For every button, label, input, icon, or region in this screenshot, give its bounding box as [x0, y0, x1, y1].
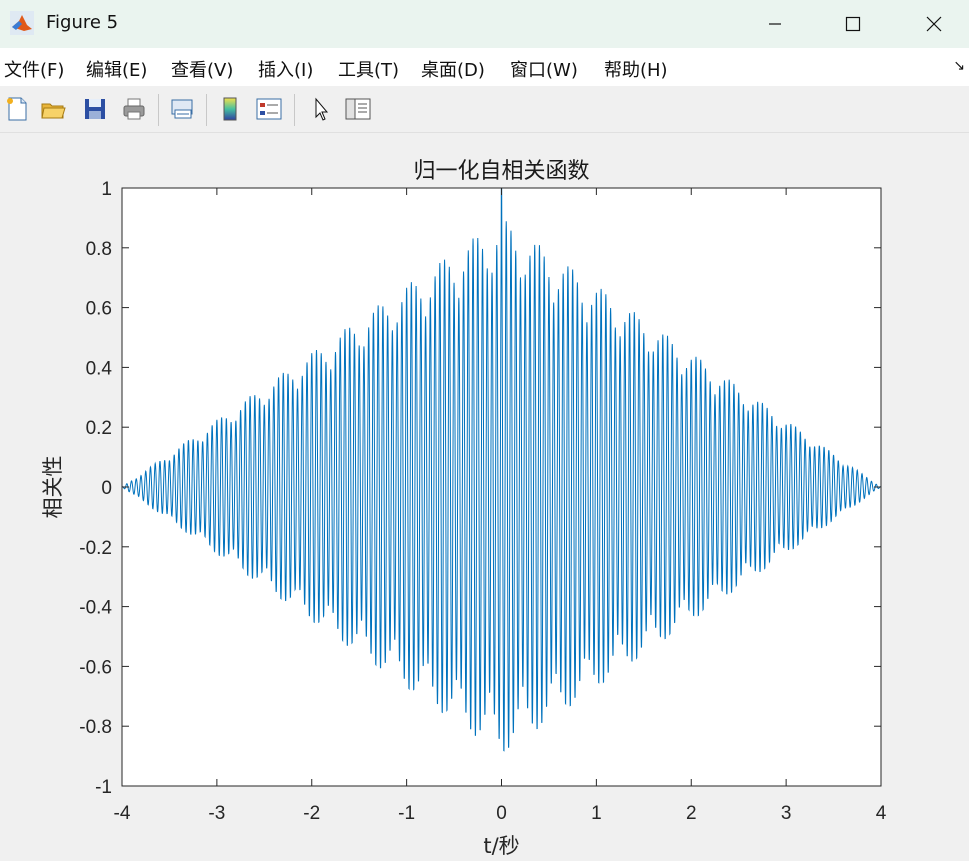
y-axis-label: 相关性: [41, 456, 65, 519]
y-tick-label: -1: [95, 777, 112, 798]
figure-canvas: -4 -3 -2 -1 0 1 2 3 4 1 0.8 0.6 0.4 0.2 0 -0.2 -0.4 -0.6 -…: [41, 159, 887, 858]
x-tick-label: -3: [208, 803, 225, 824]
x-tick-label: -2: [303, 803, 320, 824]
x-tick-label: -1: [398, 803, 415, 824]
x-tick-label: -4: [114, 803, 131, 824]
y-tick-label: 1: [101, 179, 112, 200]
y-tick-label: -0.6: [79, 657, 112, 678]
x-tick-label: 2: [686, 803, 697, 824]
y-tick-label: 0.4: [86, 358, 113, 379]
x-tick-label: 3: [781, 803, 792, 824]
chart-title: 归一化自相关函数: [413, 159, 589, 184]
x-tick-label: 1: [591, 803, 602, 824]
y-tick-label: 0.2: [86, 418, 112, 439]
y-tick-label: 0.6: [86, 299, 112, 320]
y-tick-label: -0.2: [79, 538, 112, 559]
y-tick-label: -0.4: [79, 598, 112, 619]
x-tick-label: 4: [876, 803, 887, 824]
x-axis-label: t/秒: [483, 834, 519, 858]
x-tick-label: 0: [496, 803, 507, 824]
y-tick-label: -0.8: [79, 717, 112, 738]
y-tick-label: 0: [101, 478, 112, 499]
y-tick-label: 0.8: [86, 239, 112, 260]
